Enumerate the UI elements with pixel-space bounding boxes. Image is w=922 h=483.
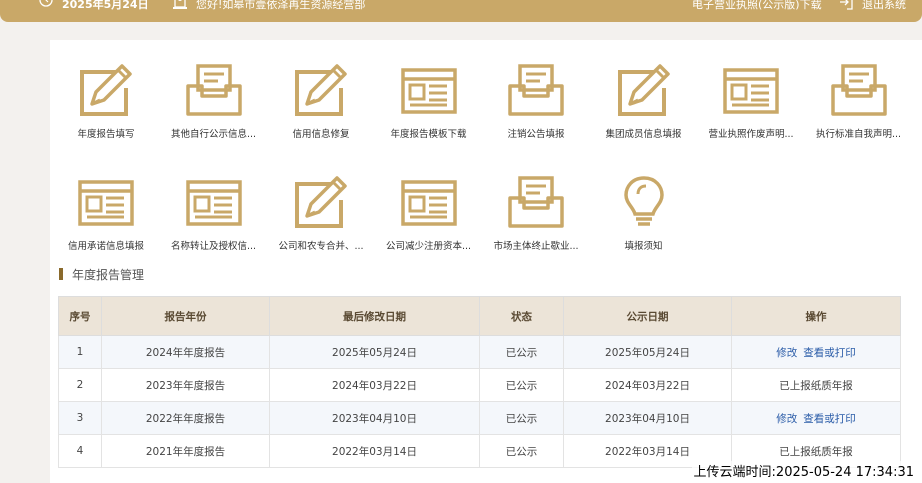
cell-modified: 2023年04月10日	[269, 401, 480, 435]
tile-label[interactable]: 信用承诺信息填报	[50, 238, 162, 252]
tile-13[interactable]: 市场主体终止歇业...	[480, 174, 592, 266]
tile-4[interactable]: 年度报告模板下载	[373, 62, 485, 154]
cell-published: 2025年05月24日	[563, 335, 732, 369]
top-bar: 2025年5月24日 您好!如皋市壹依泽再生资源经营部 电子营业执照(公示版)下…	[0, 0, 922, 22]
table-row: 2 2023年年度报告 2024年03月22日 已公示 2024年03月22日 已上报纸质…	[58, 368, 901, 402]
tile-label[interactable]: 市场主体终止歇业...	[480, 238, 592, 252]
tile-label[interactable]: 填报须知	[588, 238, 700, 252]
cell-no: 4	[58, 434, 102, 468]
table-header-row: 序号 报告年份 最后修改日期 状态 公示日期 操作	[58, 296, 901, 336]
cell-year: 2023年年度报告	[101, 368, 270, 402]
pencil-form-icon	[617, 64, 670, 116]
tile-2[interactable]: 其他自行公示信息...	[158, 62, 270, 154]
cell-status: 已公示	[479, 368, 564, 402]
upload-timestamp-watermark: 上传云端时间:2025-05-24 17:34:31	[691, 461, 916, 480]
cell-modified: 2022年03月14日	[269, 434, 480, 468]
browser-window-icon	[400, 180, 457, 226]
logout-icon	[838, 0, 854, 11]
pencil-form-icon	[80, 64, 132, 116]
tile-label[interactable]: 集团成员信息填报	[588, 126, 700, 140]
cell-no: 2	[58, 368, 102, 402]
cell-actions: 已上报纸质年报	[731, 368, 901, 402]
date-text: 2025年5月24日	[62, 0, 149, 11]
cell-year: 2024年年度报告	[101, 335, 270, 369]
annual-report-table: 序号 报告年份 最后修改日期 状态 公示日期 操作 1 2024年年度报告 2025…	[58, 296, 901, 468]
inbox-tray-icon	[508, 176, 564, 228]
license-download-link[interactable]: 电子营业执照(公示版)下载	[692, 0, 822, 14]
tile-8[interactable]: 执行标准自我声明...	[803, 62, 915, 154]
tile-label[interactable]: 其他自行公示信息...	[158, 126, 270, 140]
clock-icon	[38, 0, 54, 11]
tile-12[interactable]: 公司减少注册资本...	[373, 174, 485, 266]
logout-text[interactable]: 退出系统	[862, 0, 906, 10]
license-download-text[interactable]: 电子营业执照(公示版)下载	[692, 0, 822, 10]
tile-label[interactable]: 公司减少注册资本...	[373, 238, 485, 252]
view-print-link[interactable]: 查看或打印	[803, 347, 856, 359]
tile-14[interactable]: 填报须知	[588, 174, 700, 266]
header-year: 报告年份	[101, 296, 270, 336]
cell-year: 2021年年度报告	[101, 434, 270, 468]
cell-no: 3	[58, 401, 102, 435]
cell-actions: 修改 查看或打印	[731, 335, 901, 369]
tile-7[interactable]: 营业执照作废声明...	[695, 62, 807, 154]
tile-label[interactable]: 执行标准自我声明...	[803, 126, 915, 140]
header-actions: 操作	[731, 296, 901, 336]
header-modified: 最后修改日期	[269, 296, 480, 336]
user-card-icon	[172, 0, 188, 11]
cell-status: 已公示	[479, 434, 564, 468]
table-row: 3 2022年年度报告 2023年04月10日 已公示 2023年04月10日 修改 查看或…	[58, 401, 901, 435]
cell-published: 2024年03月22日	[563, 368, 732, 402]
table-row: 1 2024年年度报告 2025年05月24日 已公示 2025年05月24日 修改 查看或…	[58, 335, 901, 369]
tile-label[interactable]: 年度报告填写	[50, 126, 162, 140]
tile-3[interactable]: 信用信息修复	[265, 62, 377, 154]
lightbulb-icon	[623, 176, 664, 226]
tile-label[interactable]: 年度报告模板下载	[373, 126, 485, 140]
cell-modified: 2024年03月22日	[269, 368, 480, 402]
pencil-form-icon	[295, 64, 347, 116]
paper-report-note: 已上报纸质年报	[779, 445, 853, 458]
section-title: 年度报告管理	[59, 266, 144, 282]
cell-status: 已公示	[479, 401, 564, 435]
browser-window-icon	[400, 68, 457, 114]
section-marker	[59, 268, 63, 280]
inbox-tray-icon	[830, 64, 887, 116]
tile-9[interactable]: 信用承诺信息填报	[50, 174, 162, 266]
tile-10[interactable]: 名称转让及授权信...	[158, 174, 270, 266]
header-published: 公示日期	[563, 296, 732, 336]
inbox-tray-icon	[508, 64, 564, 116]
logout-button[interactable]: 退出系统	[838, 0, 906, 14]
tile-1[interactable]: 年度报告填写	[50, 62, 162, 154]
edit-link[interactable]: 修改	[776, 413, 797, 425]
paper-report-note: 已上报纸质年报	[779, 379, 853, 392]
greeting-text: 您好!如皋市壹依泽再生资源经营部	[196, 0, 366, 11]
view-print-link[interactable]: 查看或打印	[803, 413, 856, 425]
cell-no: 1	[58, 335, 102, 369]
pencil-form-icon	[295, 176, 347, 228]
tile-label[interactable]: 注销公告填报	[480, 126, 592, 140]
browser-window-icon	[185, 180, 242, 226]
tile-6[interactable]: 集团成员信息填报	[588, 62, 700, 154]
cell-year: 2022年年度报告	[101, 401, 270, 435]
tile-5[interactable]: 注销公告填报	[480, 62, 592, 154]
header-no: 序号	[58, 296, 102, 336]
tile-label[interactable]: 营业执照作废声明...	[695, 126, 807, 140]
cell-modified: 2025年05月24日	[269, 335, 480, 369]
date-display: 2025年5月24日	[38, 0, 149, 14]
section-title-text: 年度报告管理	[72, 267, 145, 282]
inbox-tray-icon	[185, 64, 242, 116]
header-status: 状态	[479, 296, 564, 336]
tile-label[interactable]: 信用信息修复	[265, 126, 377, 140]
browser-window-icon	[78, 180, 134, 226]
tile-11[interactable]: 公司和农专合并、...	[265, 174, 377, 266]
edit-link[interactable]: 修改	[776, 347, 797, 359]
tile-label[interactable]: 名称转让及授权信...	[158, 238, 270, 252]
browser-window-icon	[723, 68, 779, 114]
greeting: 您好!如皋市壹依泽再生资源经营部	[172, 0, 365, 14]
cell-status: 已公示	[479, 335, 564, 369]
cell-actions: 修改 查看或打印	[731, 401, 901, 435]
tile-label[interactable]: 公司和农专合并、...	[265, 238, 377, 252]
cell-published: 2023年04月10日	[563, 401, 732, 435]
